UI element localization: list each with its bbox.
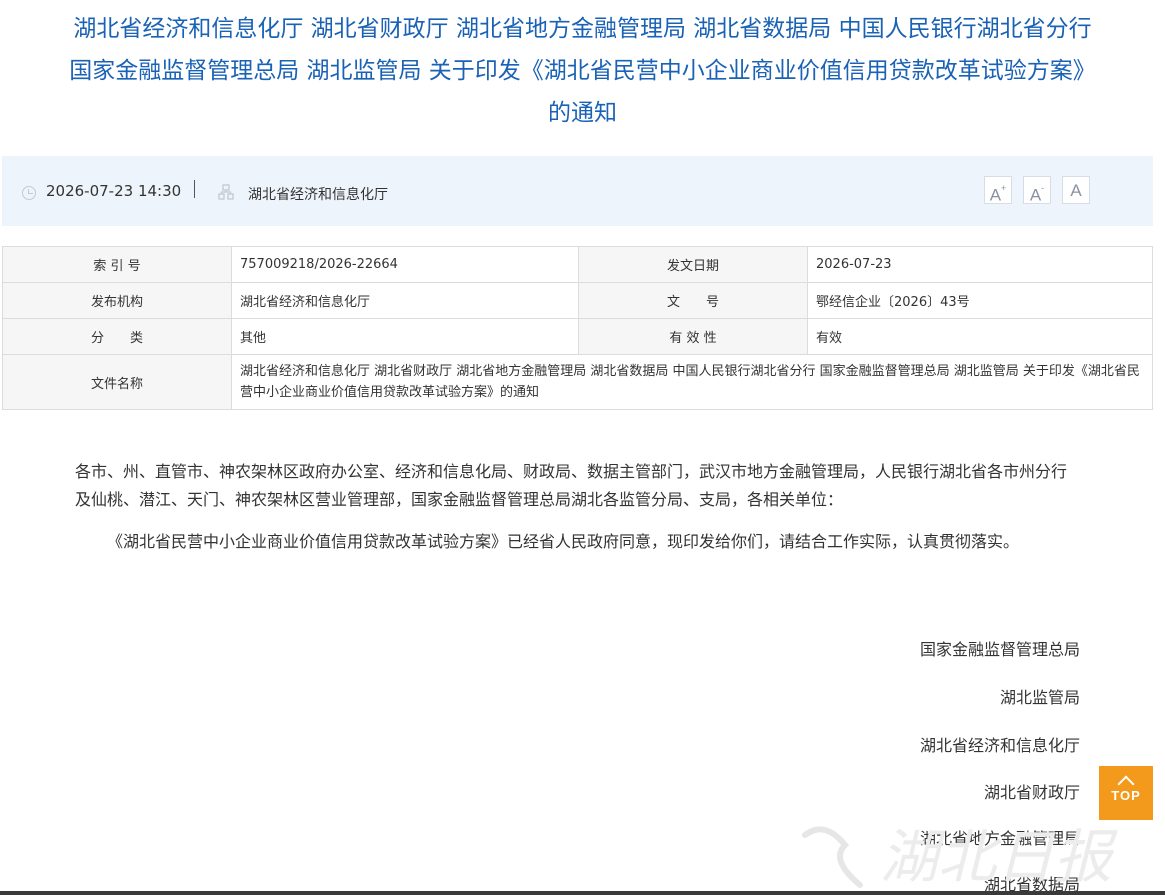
table-row: 发布机构 湖北省经济和信息化厅 文 号 鄂经信企业〔2026〕43号 (2, 282, 1153, 319)
document-body: 各市、州、直管市、神农架林区政府办公室、经济和信息化局、财政局、数据主管部门，武… (75, 458, 1081, 570)
svg-text:湖北日报: 湖北日报 (880, 823, 1118, 891)
font-reset-button[interactable]: A (1062, 176, 1090, 204)
issuer-value: 湖北省经济和信息化厅 (231, 282, 579, 319)
signature-line: 湖北监管局 (999, 688, 1080, 707)
category-label: 分 类 (2, 318, 232, 355)
divider (194, 180, 195, 198)
clock-icon (22, 186, 36, 200)
index-label: 索 引 号 (2, 246, 232, 283)
page-title: 湖北省经济和信息化厅 湖北省财政厅 湖北省地方金融管理局 湖北省数据局 中国人民… (0, 8, 1165, 134)
category-value: 其他 (231, 318, 579, 355)
table-row: 文件名称 湖北省经济和信息化厅 湖北省财政厅 湖北省地方金融管理局 湖北省数据局… (2, 354, 1153, 410)
filename-label: 文件名称 (2, 354, 232, 410)
filename-value: 湖北省经济和信息化厅 湖北省财政厅 湖北省地方金融管理局 湖北省数据局 中国人民… (231, 354, 1153, 410)
organization-icon (218, 184, 234, 200)
validity-label: 有 效 性 (578, 318, 808, 355)
index-value: 757009218/2026-22664 (231, 246, 579, 283)
docno-label: 文 号 (578, 282, 808, 319)
signature-line: 湖北省经济和信息化厅 (919, 736, 1080, 755)
publish-source: 湖北省经济和信息化厅 (248, 187, 388, 203)
validity-value: 有效 (807, 318, 1153, 355)
title-line-1: 湖北省经济和信息化厅 湖北省财政厅 湖北省地方金融管理局 湖北省数据局 中国人民… (73, 16, 1092, 42)
bottom-bar (0, 891, 1165, 895)
date-label: 发文日期 (578, 246, 808, 283)
title-line-2: 国家金融监督管理总局 湖北监管局 关于印发《湖北省民营中小企业商业价值信用贷款改… (69, 58, 1096, 84)
signature-line: 湖北省财政厅 (983, 783, 1080, 802)
document-meta-table: 索 引 号 757009218/2026-22664 发文日期 2026-07-… (2, 246, 1153, 410)
publish-datetime: 2026-07-23 14:30 (46, 182, 182, 200)
docno-value: 鄂经信企业〔2026〕43号 (807, 282, 1153, 319)
title-line-3: 的通知 (548, 100, 617, 126)
table-row: 分 类 其他 有 效 性 有效 (2, 318, 1153, 355)
signature-line: 国家金融监督管理总局 (919, 640, 1080, 659)
date-value: 2026-07-23 (807, 246, 1153, 283)
font-increase-button[interactable]: A+ (984, 176, 1012, 205)
info-bar: 2026-07-23 14:30 湖北省经济和信息化厅 A+ A- A (2, 156, 1153, 226)
watermark-logo: 湖北日报 (802, 823, 1118, 891)
table-row: 索 引 号 757009218/2026-22664 发文日期 2026-07-… (2, 246, 1153, 283)
issuer-label: 发布机构 (2, 282, 232, 319)
main-paragraph: 《湖北省民营中小企业商业价值信用贷款改革试验方案》已经省人民政府同意，现印发给你… (107, 532, 1020, 551)
font-decrease-button[interactable]: A- (1023, 176, 1051, 205)
back-to-top-button[interactable]: TOP (1099, 766, 1153, 820)
addressee-paragraph: 各市、州、直管市、神农架林区政府办公室、经济和信息化局、财政局、数据主管部门，武… (75, 462, 1068, 509)
